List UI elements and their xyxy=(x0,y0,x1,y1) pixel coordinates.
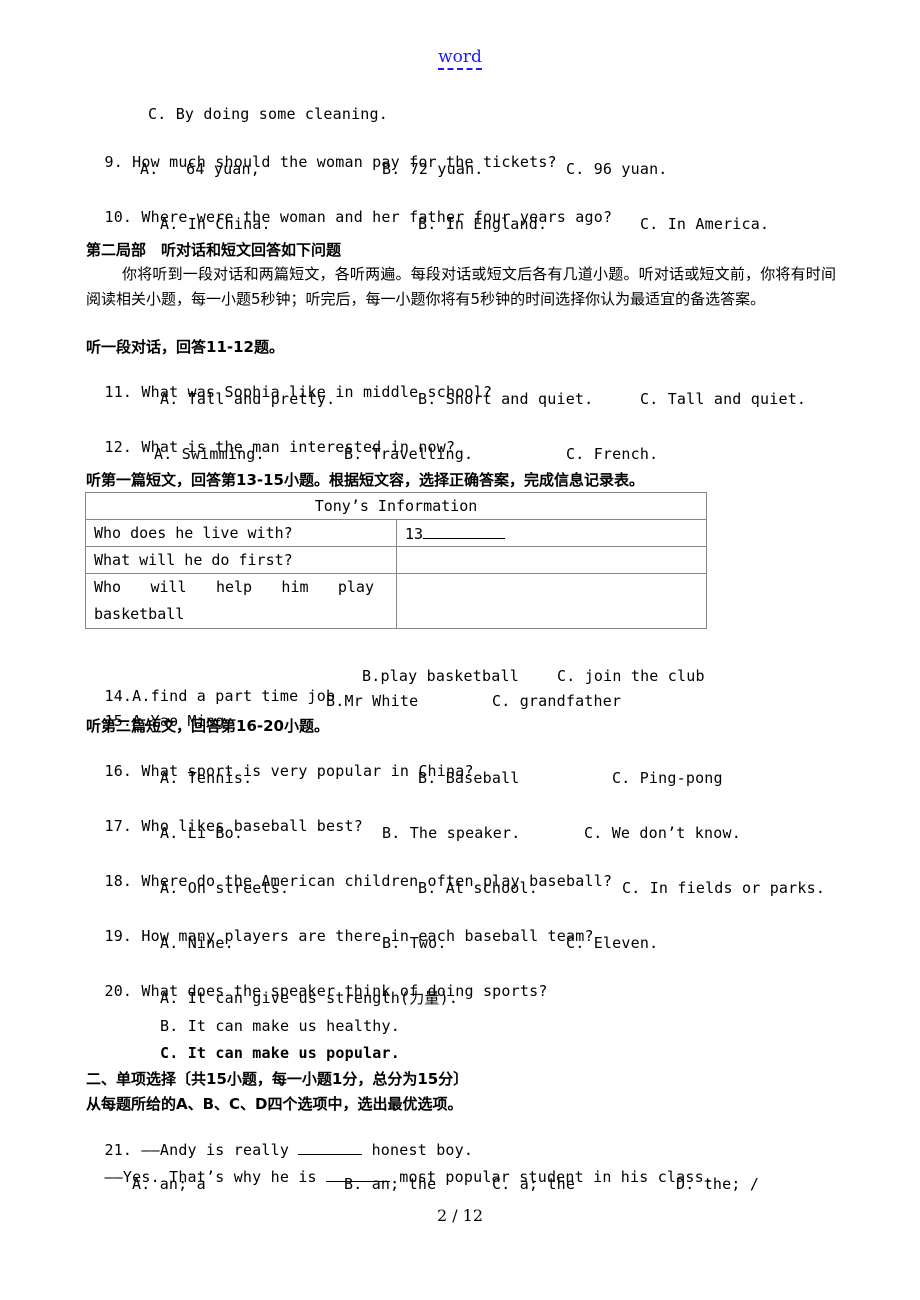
q19-option-c: C. Eleven. xyxy=(566,934,659,952)
q17-option-c: C. We don’t know. xyxy=(584,824,741,842)
q11-option-c: C. Tall and quiet. xyxy=(640,390,807,408)
header-word-link[interactable]: word xyxy=(0,47,920,70)
question-number: 12. xyxy=(104,438,133,456)
word: play xyxy=(337,578,374,596)
choice-section-instruction: 从每题所给的A、B、C、D四个选项中，选出最优选项。 xyxy=(86,1095,463,1113)
table-question: Who will help him play basketball xyxy=(85,573,397,629)
question-16: 16. What sport is very popular in China? xyxy=(86,741,474,781)
q12-option-a: A. Swimming. xyxy=(154,445,265,463)
q20-option-b: B. It can make us healthy. xyxy=(160,1017,400,1035)
passage1-heading: 听第一篇短文，回答第13-15小题。根据短文容，选择正确答案，完成信息记录表。 xyxy=(86,471,644,489)
q10-option-c: C. In America. xyxy=(640,215,770,233)
word: help xyxy=(215,578,253,596)
question-number: 10. xyxy=(104,208,133,226)
q20-option-c: C. It can make us popular. xyxy=(160,1044,400,1062)
q19-option-a: A. Nine. xyxy=(160,934,234,952)
q10-option-b: B. In England. xyxy=(418,215,548,233)
question-number: 11. xyxy=(104,383,133,401)
q21-option-a: A. an; a xyxy=(132,1175,206,1193)
header-link-text[interactable]: word xyxy=(438,47,482,70)
section2-instructions: 你将听到一段对话和两篇短文，各听两遍。每段对话或短文后各有几道小题。听对话或短文… xyxy=(86,265,836,308)
table-answer-cell[interactable] xyxy=(396,546,707,574)
question-line-1: Who will help him play xyxy=(94,574,374,601)
answer-number: 13 xyxy=(405,524,424,543)
q9-option-b: B. 72 yuan. xyxy=(382,160,484,178)
q15-option-c: C. grandfather xyxy=(492,692,622,710)
question-number: 20. xyxy=(104,982,133,1000)
q15-option-b: B.Mr White xyxy=(326,692,419,710)
question-number: 19. xyxy=(104,927,133,945)
table-title-row: Tony’s Information xyxy=(85,492,707,520)
question-line-2: basketball xyxy=(94,605,185,623)
q17-option-a: A. Li Bo. xyxy=(160,824,244,842)
q20-option-a: A. It can give us strength(力量). xyxy=(160,989,459,1007)
q12-option-b: B. Travelling. xyxy=(344,445,474,463)
q17-option-b: B. The speaker. xyxy=(382,824,521,842)
table-question: What will he do first? xyxy=(85,546,397,574)
table-row: Who does he live with? 13 xyxy=(85,519,707,547)
q16-option-b: B. Baseball xyxy=(418,769,520,787)
word: Who xyxy=(94,578,122,596)
q11-option-b: B. Short and quiet. xyxy=(418,390,594,408)
q18-option-b: B. At school. xyxy=(418,879,538,897)
q21-option-c: C. a; the xyxy=(492,1175,576,1193)
tony-information-table: Tony’s Information Who does he live with… xyxy=(85,492,707,629)
word: him xyxy=(281,578,309,596)
q18-option-a: A. On streets. xyxy=(160,879,290,897)
q14-option-b: B.play basketball xyxy=(362,667,519,685)
page-number: 2 / 12 xyxy=(436,1206,484,1225)
q8-option-c: C. By doing some cleaning. xyxy=(148,105,388,123)
q9-option-c: C. 96 yuan. xyxy=(566,160,668,178)
section2-heading: 第二局部 听对话和短文回答如下问题 xyxy=(86,241,342,259)
q21-option-b: B. an; the xyxy=(344,1175,437,1193)
q14-option-c: C. join the club xyxy=(557,667,705,685)
q9-option-a: A. 64 yuan, xyxy=(140,160,260,178)
answer-blank[interactable] xyxy=(423,524,506,539)
question-number: 17. xyxy=(104,817,133,835)
q16-option-c: C. Ping-pong xyxy=(612,769,723,787)
table-title: Tony’s Information xyxy=(85,492,707,520)
table-answer-cell[interactable] xyxy=(396,573,707,629)
table-row: Who will help him play basketball xyxy=(85,573,707,629)
question-number: 18. xyxy=(104,872,133,890)
table-question: Who does he live with? xyxy=(85,519,397,547)
q21-option-d: D. the; / xyxy=(676,1175,760,1193)
q16-option-a: A. Tennis. xyxy=(160,769,253,787)
word: will xyxy=(150,578,187,596)
q19-option-b: B. Two. xyxy=(382,934,447,952)
question-number: 16. xyxy=(104,762,133,780)
q18-option-c: C. In fields or parks. xyxy=(622,879,826,897)
q10-option-a: A. In China. xyxy=(160,215,271,233)
choice-section-heading: 二、单项选择〔共15小题，每一小题1分，总分为15分〕 xyxy=(86,1070,469,1088)
question-number: 9. xyxy=(104,153,123,171)
q11-option-a: A. Tall and pretty. xyxy=(160,390,336,408)
passage2-heading: 听第二篇短文，回答第16-20小题。 xyxy=(86,717,329,735)
dialogue-heading: 听一段对话，回答11-12题。 xyxy=(86,338,284,356)
table-answer-cell[interactable]: 13 xyxy=(396,519,707,547)
table-row: What will he do first? xyxy=(85,546,707,574)
q12-option-c: C. French. xyxy=(566,445,659,463)
